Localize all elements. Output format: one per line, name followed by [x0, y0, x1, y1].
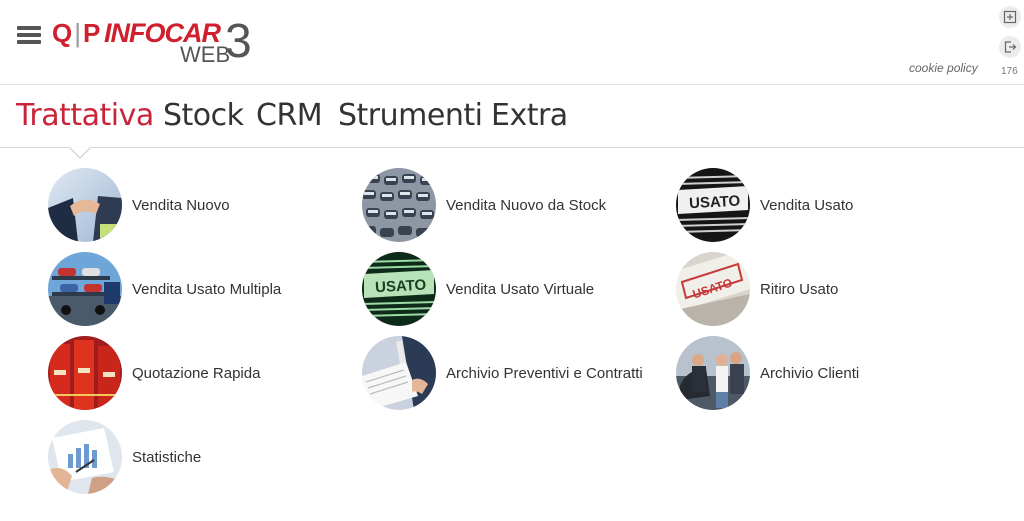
menu-item-label: Vendita Nuovo [132, 196, 230, 214]
statistics-icon [48, 420, 122, 494]
usato-sign-icon: USATO [676, 168, 750, 242]
tab-stock[interactable]: Stock [163, 98, 244, 133]
car-transporter-icon [48, 252, 122, 326]
logo-web: WEB [180, 42, 231, 67]
menu-item-label: Vendita Usato [760, 196, 854, 214]
main-nav: Trattativa Stock CRM Strumenti Extra [0, 85, 1024, 148]
svg-text:USATO: USATO [689, 193, 741, 213]
menu-item-vendita-usato[interactable]: USATO Vendita Usato [676, 168, 853, 242]
hamburger-menu-icon[interactable] [17, 26, 41, 45]
menu-item-label: Vendita Usato Multipla [132, 280, 282, 298]
menu-item-label: Archivio Preventivi e Contratti [446, 364, 643, 382]
cookie-policy-link[interactable]: cookie policy [909, 61, 978, 75]
handshake-icon [48, 168, 122, 242]
menu-item-label: Ritiro Usato [760, 280, 839, 298]
menu-item-vendita-nuovo-da-stock[interactable]: Vendita Nuovo da Stock [362, 168, 606, 242]
app-logo[interactable]: Q|P INFOCAR WEB 3 [52, 15, 262, 68]
menu-item-quotazione-rapida[interactable]: Quotazione Rapida [48, 336, 260, 410]
tab-extra[interactable]: Extra [491, 98, 568, 133]
documents-icon [362, 336, 436, 410]
books-icon [48, 336, 122, 410]
menu-item-label: Statistiche [132, 448, 202, 466]
menu-item-label: Archivio Clienti [760, 364, 860, 382]
menu-item-archivio-clienti[interactable]: Archivio Clienti [676, 336, 859, 410]
logout-button[interactable] [999, 36, 1021, 58]
car-lot-icon [362, 168, 436, 242]
tab-strumenti[interactable]: Strumenti [338, 98, 483, 133]
menu-item-ritiro-usato[interactable]: USATO Ritiro Usato [676, 252, 838, 326]
logo-qp: Q|P [52, 18, 101, 48]
logo-three: 3 [225, 15, 252, 68]
menu-item-vendita-usato-virtuale[interactable]: USATO Vendita Usato Virtuale [362, 252, 594, 326]
session-counter: 176 [1001, 66, 1018, 77]
logout-icon [1004, 41, 1017, 53]
menu-item-label: Vendita Usato Virtuale [446, 280, 595, 298]
header: Q|P INFOCAR WEB 3 176 cookie policy [0, 0, 1024, 85]
menu-item-vendita-usato-multipla[interactable]: Vendita Usato Multipla [48, 252, 281, 326]
menu-item-label: Quotazione Rapida [132, 364, 261, 382]
tab-trattativa[interactable]: Trattativa [16, 98, 154, 133]
add-window-button[interactable] [999, 6, 1021, 28]
menu-item-archivio-preventivi-e-contratti[interactable]: Archivio Preventivi e Contratti [362, 336, 643, 410]
menu-item-statistiche[interactable]: Statistiche [48, 420, 201, 494]
menu-item-label: Vendita Nuovo da Stock [446, 196, 607, 214]
menu-item-vendita-nuovo[interactable]: Vendita Nuovo [48, 168, 230, 242]
plus-box-icon [1003, 10, 1017, 24]
customers-icon [676, 336, 750, 410]
usato-virtual-sign-icon: USATO [362, 252, 436, 326]
svg-text:USATO: USATO [375, 277, 427, 297]
tab-crm[interactable]: CRM [256, 98, 323, 133]
usato-stamp-icon: USATO [676, 252, 750, 326]
active-tab-caret [68, 146, 92, 159]
